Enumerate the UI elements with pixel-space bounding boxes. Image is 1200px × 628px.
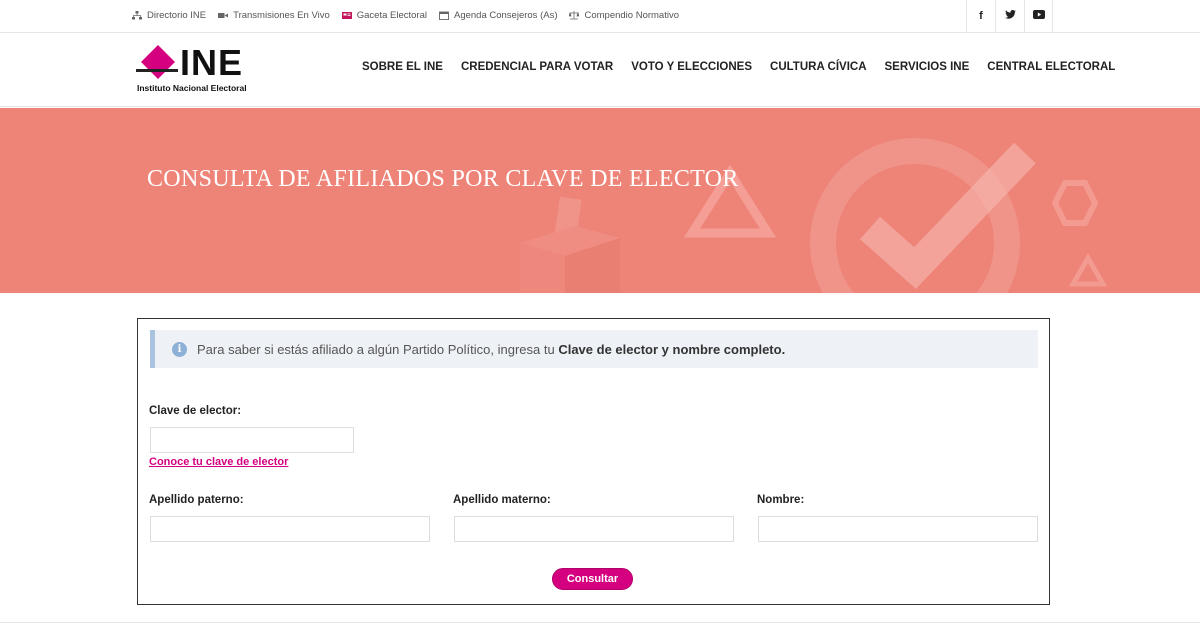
consultar-button[interactable]: Consultar xyxy=(552,568,633,590)
twitter-button[interactable] xyxy=(995,0,1024,32)
nombre-label: Nombre: xyxy=(757,494,805,506)
main-header: INE Instituto Nacional Electoral SOBRE E… xyxy=(0,33,1200,107)
youtube-button[interactable] xyxy=(1024,0,1053,32)
gaceta-link[interactable]: Gaceta Electoral xyxy=(341,9,427,21)
compendio-label: Compendio Normativo xyxy=(584,9,679,21)
logo-underline xyxy=(136,69,178,72)
clave-input[interactable] xyxy=(151,428,353,452)
clave-field[interactable] xyxy=(150,427,354,453)
facebook-button[interactable]: f xyxy=(966,0,995,32)
apellido-materno-input[interactable] xyxy=(455,517,733,541)
conoce-clave-link[interactable]: Conoce tu clave de elector xyxy=(149,456,288,468)
ballot-box-icon xyxy=(520,196,620,293)
logo-subtitle: Instituto Nacional Electoral xyxy=(137,83,247,93)
facebook-icon: f xyxy=(979,10,983,22)
top-utility-bar: Directorio INE Transmisiones En Vivo Gac… xyxy=(0,0,1200,33)
compendio-link[interactable]: Compendio Normativo xyxy=(568,9,679,21)
info-icon: i xyxy=(172,341,187,357)
balance-scale-icon xyxy=(568,10,581,20)
hero-decoration xyxy=(520,138,1108,293)
apellido-paterno-input[interactable] xyxy=(151,517,429,541)
agenda-link[interactable]: Agenda Consejeros (As) xyxy=(439,9,558,21)
agenda-label: Agenda Consejeros (As) xyxy=(453,9,558,21)
apellido-materno-label: Apellido materno: xyxy=(453,494,551,506)
calendar-icon xyxy=(439,11,449,20)
directorio-link[interactable]: Directorio INE xyxy=(132,10,206,21)
youtube-icon xyxy=(1032,10,1045,22)
nav-cultura-civica[interactable]: CULTURA CÍVICA xyxy=(770,61,866,73)
notice-prefix: Para saber si estás afiliado a algún Par… xyxy=(197,341,559,357)
nav-voto-elecciones[interactable]: VOTO Y ELECCIONES xyxy=(631,61,752,73)
ine-logo[interactable]: INE Instituto Nacional Electoral xyxy=(136,42,286,95)
logo-text: INE xyxy=(180,42,244,83)
top-links: Directorio INE Transmisiones En Vivo Gac… xyxy=(132,0,691,30)
apellido-paterno-field[interactable] xyxy=(150,516,430,542)
newspaper-icon xyxy=(341,11,352,20)
small-triangle-shape-icon xyxy=(1068,252,1108,287)
nombre-field[interactable] xyxy=(758,516,1038,542)
nav-sobre-ine[interactable]: SOBRE EL INE xyxy=(362,61,443,73)
info-notice: i Para saber si estás afiliado a algún P… xyxy=(150,330,1038,368)
twitter-icon xyxy=(1004,10,1016,22)
notice-bold: Clave de elector y nombre completo. xyxy=(558,341,786,357)
notice-text: Para saber si estás afiliado a algún Par… xyxy=(197,342,785,357)
consulta-form: i Para saber si estás afiliado a algún P… xyxy=(137,318,1050,605)
nombre-input[interactable] xyxy=(759,517,1037,541)
social-links: f xyxy=(966,0,1053,32)
hexagon-shape-icon xyxy=(1051,180,1099,226)
main-nav: SOBRE EL INE CREDENCIAL PARA VOTAR VOTO … xyxy=(362,61,1115,73)
logo-diamond-icon xyxy=(141,45,175,79)
nav-credencial[interactable]: CREDENCIAL PARA VOTAR xyxy=(461,61,613,73)
transmisiones-link[interactable]: Transmisiones En Vivo xyxy=(218,10,330,21)
nav-servicios[interactable]: SERVICIOS INE xyxy=(885,61,970,73)
nav-central-electoral[interactable]: CENTRAL ELECTORAL xyxy=(987,61,1115,73)
transmisiones-label: Transmisiones En Vivo xyxy=(233,9,330,21)
page-title: CONSULTA DE AFILIADOS POR CLAVE DE ELECT… xyxy=(147,166,739,192)
hero-banner: CONSULTA DE AFILIADOS POR CLAVE DE ELECT… xyxy=(0,108,1200,293)
apellido-materno-field[interactable] xyxy=(454,516,734,542)
footer-divider xyxy=(0,622,1200,623)
gaceta-label: Gaceta Electoral xyxy=(356,9,427,21)
directorio-label: Directorio INE xyxy=(147,9,207,21)
video-camera-icon xyxy=(218,11,229,20)
sitemap-icon xyxy=(132,10,142,20)
clave-label: Clave de elector: xyxy=(149,405,242,417)
apellido-paterno-label: Apellido paterno: xyxy=(149,494,244,506)
